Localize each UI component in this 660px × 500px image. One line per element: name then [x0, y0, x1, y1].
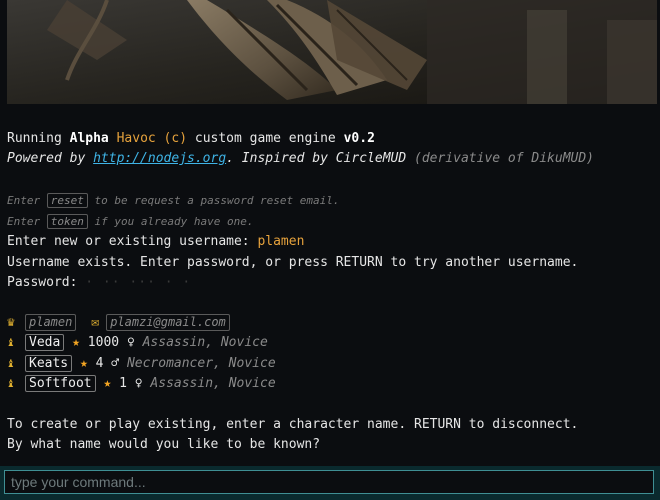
- engine-text: custom game engine: [194, 131, 344, 146]
- intro-line-1: Running Alpha Havoc (c) custom game engi…: [7, 130, 375, 148]
- character-name-button[interactable]: Veda: [25, 334, 65, 351]
- character-level: 4: [95, 356, 104, 371]
- username-prompt: Enter new or existing username:: [7, 234, 258, 249]
- account-email-chip[interactable]: plamzi@gmail.com: [106, 314, 230, 331]
- token-command-chip[interactable]: token: [46, 214, 88, 229]
- character-level: 1: [119, 376, 127, 391]
- password-mask: · ·· ··· · ·: [85, 275, 192, 290]
- username-exists-line: Username exists. Enter password, or pres…: [7, 254, 578, 272]
- inspired-text: . Inspired by CircleMUD: [226, 151, 414, 166]
- character-level: 1000: [87, 335, 120, 350]
- hint-reset-line: Enter reset to be request a password res…: [7, 192, 340, 210]
- mail-icon: ✉: [91, 315, 100, 330]
- character-icon: ♝: [7, 356, 15, 371]
- reset-hint-text: to be request a password reset email.: [87, 194, 340, 207]
- hint-enter-text-2: Enter: [7, 215, 47, 228]
- alpha-text: Alpha: [69, 131, 109, 146]
- token-hint-text: if you already have one.: [87, 215, 254, 228]
- password-label: Password:: [7, 275, 86, 290]
- gender-icon: ♀: [126, 335, 135, 350]
- reset-command-chip[interactable]: reset: [46, 193, 88, 208]
- character-name-button[interactable]: Keats: [25, 355, 73, 372]
- name-prompt-text: By what name would you like to be known?: [7, 437, 321, 452]
- copyright-text: (c): [155, 131, 195, 146]
- character-name-button[interactable]: Softfoot: [25, 375, 96, 392]
- character-row-keats: ♝ Keats ★ 4 ♂ Necromancer, Novice: [7, 355, 276, 373]
- powered-by-text: Powered by: [7, 151, 94, 166]
- havoc-text: Havoc: [108, 131, 156, 146]
- username-prompt-line: Enter new or existing username: plamen: [7, 233, 304, 251]
- name-prompt: By what name would you like to be known?: [7, 436, 320, 454]
- level-star-icon: ★: [72, 335, 80, 350]
- character-icon: ♝: [7, 376, 15, 391]
- gender-icon: ♂: [111, 356, 120, 371]
- entered-username: plamen: [257, 234, 305, 249]
- create-instructions: To create or play existing, enter a char…: [7, 416, 578, 434]
- account-username-chip[interactable]: plamen: [25, 314, 77, 331]
- level-star-icon: ★: [103, 376, 112, 391]
- username-exists-text: Username exists. Enter password, or pres…: [7, 255, 579, 270]
- running-text: Running: [7, 131, 70, 146]
- crown-icon: ♛: [7, 315, 15, 330]
- character-class: Assassin, Novice: [142, 335, 268, 350]
- character-class: Assassin, Novice: [150, 376, 276, 391]
- account-info-line: ♛ plamen ✉ plamzi@gmail.com: [7, 314, 230, 332]
- version-text: v0.2: [343, 131, 375, 146]
- command-input[interactable]: [4, 470, 654, 494]
- game-client: Running Alpha Havoc (c) custom game engi…: [0, 0, 660, 500]
- character-row-veda: ♝ Veda ★ 1000 ♀ Assassin, Novice: [7, 334, 268, 352]
- password-line: Password: · ·· ··· · ·: [7, 274, 191, 292]
- level-star-icon: ★: [79, 356, 88, 371]
- character-row-softfoot: ♝ Softfoot ★ 1 ♀ Assassin, Novice: [7, 375, 276, 393]
- dragon-wing-illustration: [7, 0, 657, 104]
- create-instructions-text: To create or play existing, enter a char…: [7, 417, 579, 432]
- derivative-text: (derivative of DikuMUD): [414, 151, 595, 166]
- gender-icon: ♀: [134, 376, 143, 391]
- nodejs-link[interactable]: http://nodejs.org: [93, 151, 226, 166]
- intro-line-2: Powered by http://nodejs.org. Inspired b…: [7, 150, 594, 168]
- game-console-output: Running Alpha Havoc (c) custom game engi…: [7, 124, 657, 460]
- character-class: Necromancer, Novice: [126, 356, 276, 371]
- hint-token-line: Enter token if you already have one.: [7, 213, 253, 231]
- hint-enter-text: Enter: [7, 194, 47, 207]
- dragon-banner-image: [7, 0, 657, 104]
- character-icon: ♝: [7, 335, 15, 350]
